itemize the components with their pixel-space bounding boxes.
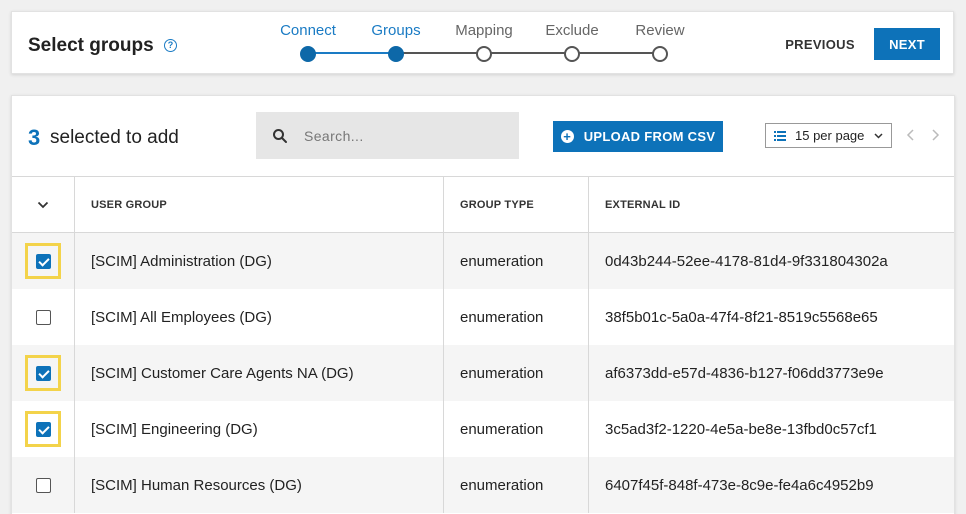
step-connect[interactable]: Connect: [263, 22, 353, 62]
row-checkbox[interactable]: [35, 421, 51, 437]
group-name: [SCIM] Customer Care Agents NA (DG): [75, 345, 444, 401]
search-input[interactable]: [304, 127, 504, 144]
checkbox-highlight: [25, 243, 61, 279]
step-dot: [564, 46, 580, 62]
chevron-left-icon[interactable]: [906, 128, 916, 142]
previous-button[interactable]: PREVIOUS: [774, 29, 866, 59]
group-type: enumeration: [444, 345, 589, 401]
per-page-value: 15 per page: [795, 128, 865, 143]
selected-count: 3: [28, 125, 41, 150]
table-row[interactable]: [SCIM] All Employees (DG) enumeration 38…: [12, 289, 954, 345]
group-name: [SCIM] Human Resources (DG): [75, 457, 444, 513]
group-type: enumeration: [444, 233, 589, 289]
step-connector: [308, 52, 396, 54]
column-label: USER GROUP: [91, 198, 167, 211]
step-mapping[interactable]: Mapping: [439, 22, 529, 62]
wizard-header: Select groups ? Connect Groups Mapping E…: [11, 11, 954, 74]
checkbox-cell: [12, 233, 75, 289]
external-id: 6407f45f-848f-473e-8c9e-fe4a6c4952b9: [605, 476, 874, 494]
checkbox-highlight: [25, 299, 61, 335]
step-dot: [476, 46, 492, 62]
select-all-cell: [12, 177, 75, 232]
table-row[interactable]: [SCIM] Administration (DG) enumeration 0…: [12, 233, 954, 289]
list-icon: [774, 130, 786, 141]
group-type: enumeration: [444, 401, 589, 457]
row-checkbox[interactable]: [35, 309, 51, 325]
table-row[interactable]: [SCIM] Engineering (DG) enumeration 3c5a…: [12, 401, 954, 457]
plus-circle-icon: +: [560, 130, 574, 143]
step-label: Review: [635, 22, 685, 39]
search-box[interactable]: [256, 112, 519, 159]
checkbox-highlight: [25, 467, 61, 503]
group-name: [SCIM] All Employees (DG): [75, 289, 444, 345]
row-checkbox[interactable]: [35, 253, 51, 269]
column-label: EXTERNAL ID: [605, 198, 681, 211]
external-id: 38f5b01c-5a0a-47f4-8f21-8519c5568e65: [605, 308, 878, 326]
upload-label: UPLOAD FROM CSV: [583, 129, 716, 144]
group-type: enumeration: [444, 289, 589, 345]
group-type: enumeration: [444, 457, 589, 513]
chevron-down-icon: [874, 132, 883, 139]
groups-panel: 3 selected to add + UPLOAD FROM CSV 15 p…: [11, 95, 955, 514]
group-name: [SCIM] Engineering (DG): [75, 401, 444, 457]
group-name: [SCIM] Administration (DG): [75, 233, 444, 289]
step-label: Connect: [280, 22, 336, 39]
external-id: 0d43b244-52ee-4178-81d4-9f331804302a: [605, 252, 888, 270]
checkbox-cell: [12, 289, 75, 345]
external-id: 3c5ad3f2-1220-4e5a-be8e-13fbd0c57cf1: [605, 420, 877, 438]
table-header: USER GROUP GROUP TYPE EXTERNAL ID: [12, 176, 954, 233]
step-dot: [300, 46, 316, 62]
external-id: af6373dd-e57d-4836-b127-f06dd3773e9e: [605, 364, 884, 382]
column-header-external-id[interactable]: EXTERNAL ID: [589, 177, 954, 232]
step-connector: [396, 52, 660, 54]
checkbox-cell: [12, 457, 75, 513]
column-header-user-group[interactable]: USER GROUP: [75, 177, 444, 232]
selected-label: selected to add: [50, 127, 179, 148]
step-label: Mapping: [455, 22, 513, 39]
groups-table: USER GROUP GROUP TYPE EXTERNAL ID [SCIM]…: [12, 176, 954, 513]
upload-csv-button[interactable]: + UPLOAD FROM CSV: [553, 121, 723, 152]
chevron-right-icon[interactable]: [930, 128, 940, 142]
step-label: Exclude: [545, 22, 599, 39]
chevron-down-icon[interactable]: [37, 201, 49, 209]
step-review[interactable]: Review: [615, 22, 705, 62]
table-row[interactable]: [SCIM] Human Resources (DG) enumeration …: [12, 457, 954, 513]
step-groups[interactable]: Groups: [351, 22, 441, 62]
step-dot: [652, 46, 668, 62]
checkbox-highlight: [25, 411, 61, 447]
per-page-select[interactable]: 15 per page: [765, 123, 892, 148]
next-button[interactable]: NEXT: [874, 28, 940, 60]
search-icon: [273, 128, 287, 143]
row-checkbox[interactable]: [35, 365, 51, 381]
table-row[interactable]: [SCIM] Customer Care Agents NA (DG) enum…: [12, 345, 954, 401]
column-header-group-type[interactable]: GROUP TYPE: [444, 177, 589, 232]
checkbox-highlight: [25, 355, 61, 391]
checkbox-cell: [12, 345, 75, 401]
step-label: Groups: [371, 22, 421, 39]
row-checkbox[interactable]: [35, 477, 51, 493]
checkbox-cell: [12, 401, 75, 457]
step-exclude[interactable]: Exclude: [527, 22, 617, 62]
column-label: GROUP TYPE: [460, 198, 534, 211]
step-dot: [388, 46, 404, 62]
